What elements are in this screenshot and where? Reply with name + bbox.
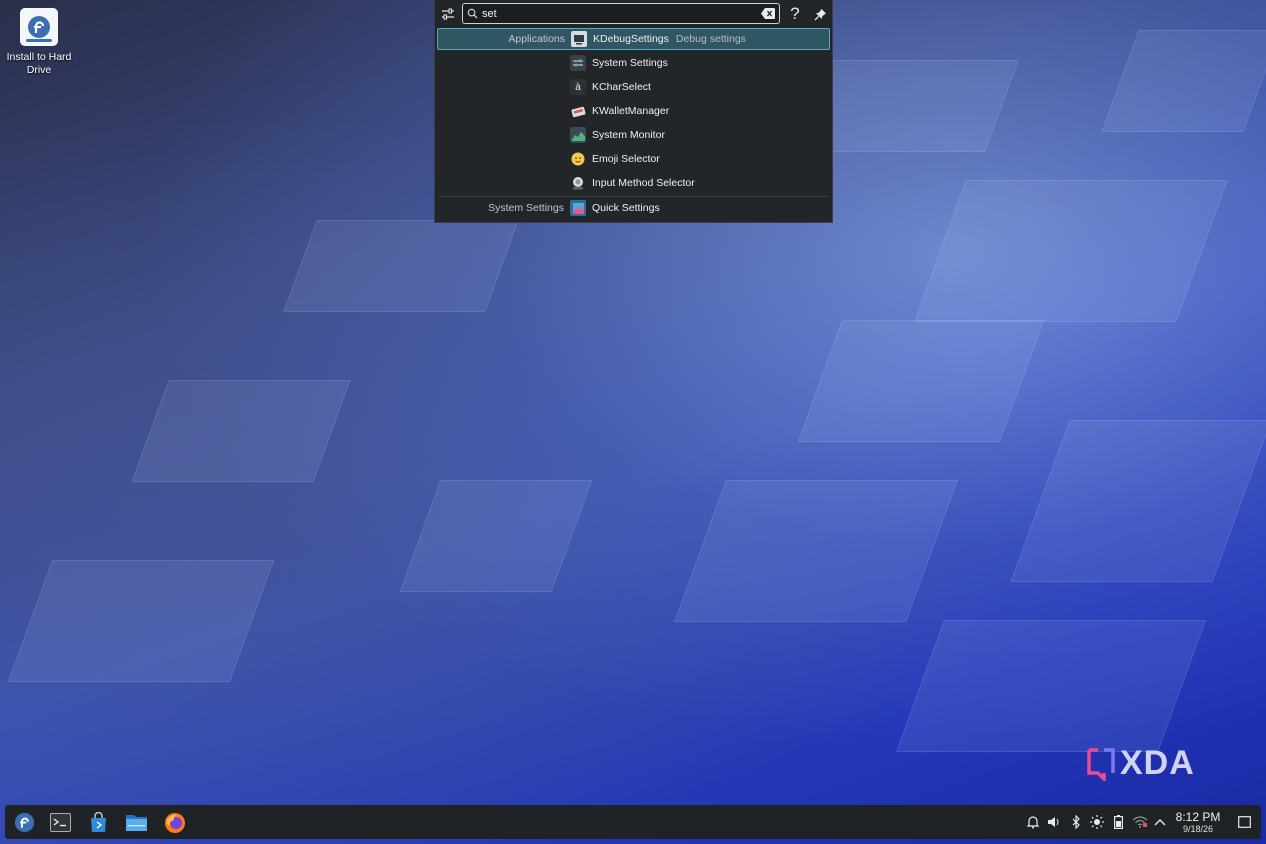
taskbar: 8:12 PM 9/18/26 bbox=[5, 805, 1261, 839]
discover-icon[interactable] bbox=[86, 810, 111, 835]
kdebugsettings-icon bbox=[571, 31, 587, 47]
pin-button[interactable] bbox=[809, 4, 831, 24]
clear-text-icon[interactable] bbox=[761, 8, 775, 19]
desktop-icon-label: Install to Hard Drive bbox=[6, 51, 72, 76]
result-row[interactable]: Applications KDebugSettings Debug settin… bbox=[437, 28, 830, 50]
krunner-toolbar: ? bbox=[435, 0, 832, 28]
fedora-install-icon bbox=[20, 8, 58, 46]
bluetooth-icon[interactable] bbox=[1069, 815, 1083, 829]
result-name: System Settings bbox=[592, 57, 668, 69]
search-input[interactable] bbox=[478, 7, 761, 20]
fedora-launcher-icon[interactable] bbox=[12, 810, 37, 835]
emoji-icon bbox=[570, 151, 586, 167]
install-to-hard-drive-desktop-icon[interactable]: Install to Hard Drive bbox=[6, 8, 72, 77]
help-icon: ? bbox=[790, 4, 800, 23]
result-row[interactable]: KWalletManager bbox=[437, 100, 830, 122]
result-row[interactable]: Emoji Selector bbox=[437, 148, 830, 170]
result-row[interactable]: System Settings Quick Settings bbox=[437, 197, 830, 219]
wifi-icon[interactable] bbox=[1132, 815, 1148, 829]
expand-tray-icon[interactable] bbox=[1153, 815, 1167, 829]
clock-time: 8:12 PM bbox=[1175, 810, 1221, 824]
result-category: Applications bbox=[508, 33, 565, 45]
xda-watermark: XDA bbox=[1086, 744, 1195, 783]
result-subtext: Debug settings bbox=[675, 33, 746, 45]
digital-clock[interactable]: 8:12 PM 9/18/26 bbox=[1174, 811, 1222, 835]
battery-icon[interactable] bbox=[1111, 815, 1125, 829]
volume-icon[interactable] bbox=[1047, 815, 1061, 829]
result-category: System Settings bbox=[488, 202, 564, 214]
notifications-icon[interactable] bbox=[1026, 815, 1040, 829]
kcharselect-icon: à bbox=[570, 79, 586, 95]
result-name: KCharSelect bbox=[592, 81, 651, 93]
result-name: Quick Settings bbox=[592, 202, 660, 214]
kwallet-icon bbox=[570, 103, 586, 119]
clock-date: 9/18/26 bbox=[1182, 824, 1214, 834]
help-button[interactable]: ? bbox=[784, 4, 806, 24]
result-row[interactable]: System Settings bbox=[437, 52, 830, 74]
watermark-text: XDA bbox=[1120, 744, 1195, 782]
konsole-icon[interactable] bbox=[48, 810, 73, 835]
configure-button[interactable] bbox=[437, 4, 459, 24]
quick-settings-icon bbox=[570, 200, 586, 216]
search-icon bbox=[467, 8, 478, 19]
brightness-icon[interactable] bbox=[1090, 815, 1104, 829]
input-method-icon bbox=[570, 175, 586, 191]
dolphin-icon[interactable] bbox=[124, 810, 149, 835]
result-name: System Monitor bbox=[592, 129, 665, 141]
sliders-icon bbox=[442, 8, 454, 20]
pin-icon bbox=[813, 8, 826, 21]
result-name: KWalletManager bbox=[592, 105, 670, 117]
xda-logo-icon bbox=[1087, 747, 1115, 781]
search-field[interactable] bbox=[462, 3, 780, 24]
system-monitor-icon bbox=[570, 127, 586, 143]
show-desktop-icon[interactable] bbox=[1237, 815, 1251, 829]
result-name: Emoji Selector bbox=[592, 153, 660, 165]
result-name: KDebugSettings bbox=[593, 33, 669, 45]
firefox-icon[interactable] bbox=[162, 810, 187, 835]
result-row[interactable]: à KCharSelect bbox=[437, 76, 830, 98]
result-name: Input Method Selector bbox=[592, 177, 695, 189]
krunner-panel: ? Applications KDebugSettings Debug sett… bbox=[434, 0, 833, 223]
system-settings-icon bbox=[570, 55, 586, 71]
result-row[interactable]: System Monitor bbox=[437, 124, 830, 146]
result-row[interactable]: Input Method Selector bbox=[437, 172, 830, 194]
